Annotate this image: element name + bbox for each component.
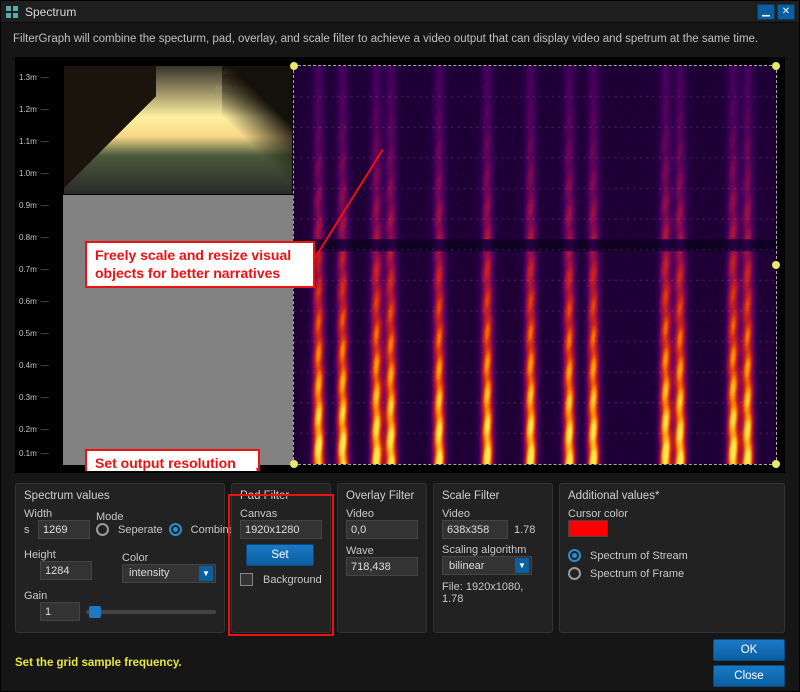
scale-video-input[interactable] — [442, 520, 508, 539]
description-text: FilterGraph will combine the specturm, p… — [1, 23, 799, 51]
y-axis: 1.3m 1.2m 1.1m 1.0m 0.9m 0.8m 0.7m 0.6m … — [17, 65, 61, 465]
ovl-video-label: Video — [346, 508, 418, 520]
resize-handle[interactable] — [772, 261, 780, 269]
axis-tick: 1.0m — [19, 169, 49, 178]
resize-handle[interactable] — [772, 460, 780, 468]
width-input[interactable] — [38, 520, 90, 539]
mode-combine-radio[interactable] — [169, 523, 182, 536]
pad-filter-group: Pad Filter Canvas Set Background — [231, 483, 331, 633]
spectrogram[interactable] — [293, 65, 777, 465]
video-thumbnail: 2019-08-30 T03:09.18Z AXON FLEX 2 X83878… — [63, 65, 293, 195]
ok-button[interactable]: OK — [713, 639, 785, 661]
spectrum-stream-radio[interactable] — [568, 549, 581, 562]
color-select[interactable]: intensity ▼ — [122, 564, 216, 583]
spectrum-values-group: Spectrum values Width s Mode Seperate Co… — [15, 483, 225, 633]
axis-tick: 0.5m — [19, 329, 49, 338]
gain-input[interactable] — [40, 602, 80, 621]
axis-tick: 0.4m — [19, 361, 49, 370]
timestamp: 2019-08-30 T03:09.18Z — [223, 70, 286, 77]
width-label: Width — [24, 508, 90, 520]
close-window-button[interactable]: ✕ — [777, 4, 795, 20]
color-label: Color — [122, 552, 216, 564]
ovl-wave-input[interactable] — [346, 557, 418, 576]
resize-handle[interactable] — [772, 62, 780, 70]
cursor-color-label: Cursor color — [568, 508, 776, 520]
height-label: Height — [24, 549, 116, 561]
axis-tick: 0.2m — [19, 425, 49, 434]
color-value: intensity — [129, 567, 169, 579]
footer: Set the grid sample frequency. OK Close — [1, 637, 799, 691]
minimize-button[interactable]: ▁ — [757, 4, 775, 20]
axis-tick: 0.6m — [19, 297, 49, 306]
spectrum-frame-radio[interactable] — [568, 567, 581, 580]
spectrum-frame-label: Spectrum of Frame — [590, 568, 684, 580]
chevron-down-icon: ▼ — [199, 566, 213, 581]
annotation-arrow — [256, 468, 285, 473]
titlebar: Spectrum ▁ ✕ — [1, 1, 799, 23]
group-heading: Spectrum values — [24, 490, 216, 502]
slider-thumb[interactable] — [89, 606, 101, 618]
axis-tick: 0.8m — [19, 233, 49, 242]
group-heading: Scale Filter — [442, 490, 544, 502]
chevron-down-icon: ▼ — [515, 558, 529, 573]
group-heading: Overlay Filter — [346, 490, 418, 502]
ovl-wave-label: Wave — [346, 545, 418, 557]
group-heading: Additional values* — [568, 490, 776, 502]
algo-value: bilinear — [449, 560, 484, 572]
scale-video-label: Video — [442, 508, 544, 520]
controls-row: Spectrum values Width s Mode Seperate Co… — [1, 479, 799, 637]
axis-tick: 0.3m — [19, 393, 49, 402]
device-stamp: AXON FLEX 2 X83878783 — [215, 86, 286, 92]
mode-seperate-label: Seperate — [118, 524, 163, 536]
axis-tick: 0.1m — [19, 449, 49, 458]
algo-label: Scaling algorithm — [442, 544, 544, 556]
annotation-outline — [228, 494, 334, 636]
height-input[interactable] — [40, 561, 92, 580]
axis-tick: 1.1m — [19, 137, 49, 146]
axis-tick: 0.9m — [19, 201, 49, 210]
spectrum-window: Spectrum ▁ ✕ FilterGraph will combine th… — [0, 0, 800, 692]
resize-handle[interactable] — [290, 460, 298, 468]
ovl-video-input[interactable] — [346, 520, 418, 539]
cursor-color-swatch[interactable] — [568, 520, 608, 537]
window-title: Spectrum — [25, 5, 76, 19]
mode-label: Mode — [96, 511, 235, 523]
axis-tick: 1.3m — [19, 73, 49, 82]
axis-tick: 0.7m — [19, 265, 49, 274]
overlay-filter-group: Overlay Filter Video Wave — [337, 483, 427, 633]
scale-filter-group: Scale Filter Video 1.78 Scaling algorith… — [433, 483, 553, 633]
annotation-callout: Set output resolution — [85, 449, 260, 473]
gain-label: Gain — [24, 590, 216, 602]
scale-ratio: 1.78 — [514, 524, 535, 536]
close-button[interactable]: Close — [713, 665, 785, 687]
spectrum-stream-label: Spectrum of Stream — [590, 550, 688, 562]
status-hint: Set the grid sample frequency. — [15, 657, 713, 669]
preview-area: 1.3m 1.2m 1.1m 1.0m 0.9m 0.8m 0.7m 0.6m … — [15, 57, 785, 473]
algo-select[interactable]: bilinear ▼ — [442, 556, 532, 575]
mode-seperate-radio[interactable] — [96, 523, 109, 536]
annotation-callout: Freely scale and resize visual objects f… — [85, 241, 315, 288]
app-icon — [5, 5, 19, 19]
axis-tick: 1.2m — [19, 105, 49, 114]
additional-values-group: Additional values* Cursor color Spectrum… — [559, 483, 785, 633]
gain-slider[interactable] — [86, 610, 216, 614]
file-info: File: 1920x1080, 1.78 — [442, 581, 544, 605]
